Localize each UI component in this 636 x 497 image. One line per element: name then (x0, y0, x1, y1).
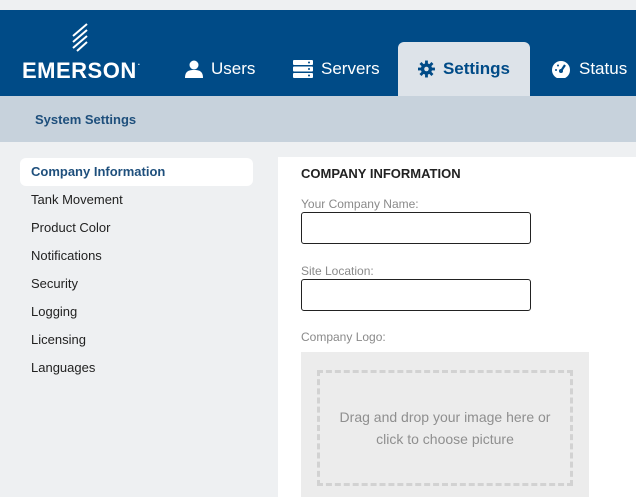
brand-name: EMERSON. (22, 58, 141, 83)
subheader-title: System Settings (35, 112, 137, 127)
tab-users-label: Users (211, 59, 256, 78)
gauge-icon (552, 61, 570, 78)
sidebar-item-notifications[interactable]: Notifications (20, 242, 253, 270)
sidebar-item-company-information[interactable]: Company Information (20, 158, 253, 186)
emerson-logo[interactable]: EMERSON. (22, 22, 150, 83)
settings-subheader: System Settings (0, 96, 636, 142)
sidebar-item-product-color[interactable]: Product Color (20, 214, 253, 242)
user-icon (185, 60, 203, 78)
sidebar-item-security[interactable]: Security (20, 270, 253, 298)
company-name-label: Your Company Name: (301, 197, 419, 211)
site-location-label: Site Location: (301, 264, 374, 278)
tab-status[interactable]: Status (551, 42, 627, 96)
tab-servers[interactable]: Servers (293, 42, 380, 96)
company-name-input[interactable] (301, 212, 531, 244)
emerson-logo-mark-icon (72, 23, 88, 52)
tab-users[interactable]: Users (185, 42, 255, 96)
server-icon (293, 60, 313, 78)
dropzone-text: Drag and drop your image here or click t… (339, 409, 551, 447)
company-logo-label: Company Logo: (301, 330, 386, 344)
sidebar-item-logging[interactable]: Logging (20, 298, 253, 326)
logo-upload-area: Drag and drop your image here or click t… (301, 352, 589, 497)
sidebar-item-licensing[interactable]: Licensing (20, 326, 253, 354)
tab-servers-label: Servers (321, 59, 380, 78)
company-information-panel: COMPANY INFORMATION Your Company Name: S… (278, 157, 636, 497)
sidebar-item-tank-movement[interactable]: Tank Movement (20, 186, 253, 214)
settings-sidebar: Company Information Tank Movement Produc… (20, 158, 253, 382)
top-navigation-bar: EMERSON. Users Servers Settings Status (0, 10, 636, 96)
tab-status-label: Status (579, 59, 628, 78)
panel-title: COMPANY INFORMATION (301, 166, 461, 181)
logo-dropzone[interactable]: Drag and drop your image here or click t… (317, 370, 573, 486)
tab-settings[interactable]: Settings (398, 42, 530, 96)
site-location-input[interactable] (301, 279, 531, 311)
gear-icon (418, 60, 435, 78)
sidebar-item-languages[interactable]: Languages (20, 354, 253, 382)
tab-settings-label: Settings (442, 59, 510, 78)
